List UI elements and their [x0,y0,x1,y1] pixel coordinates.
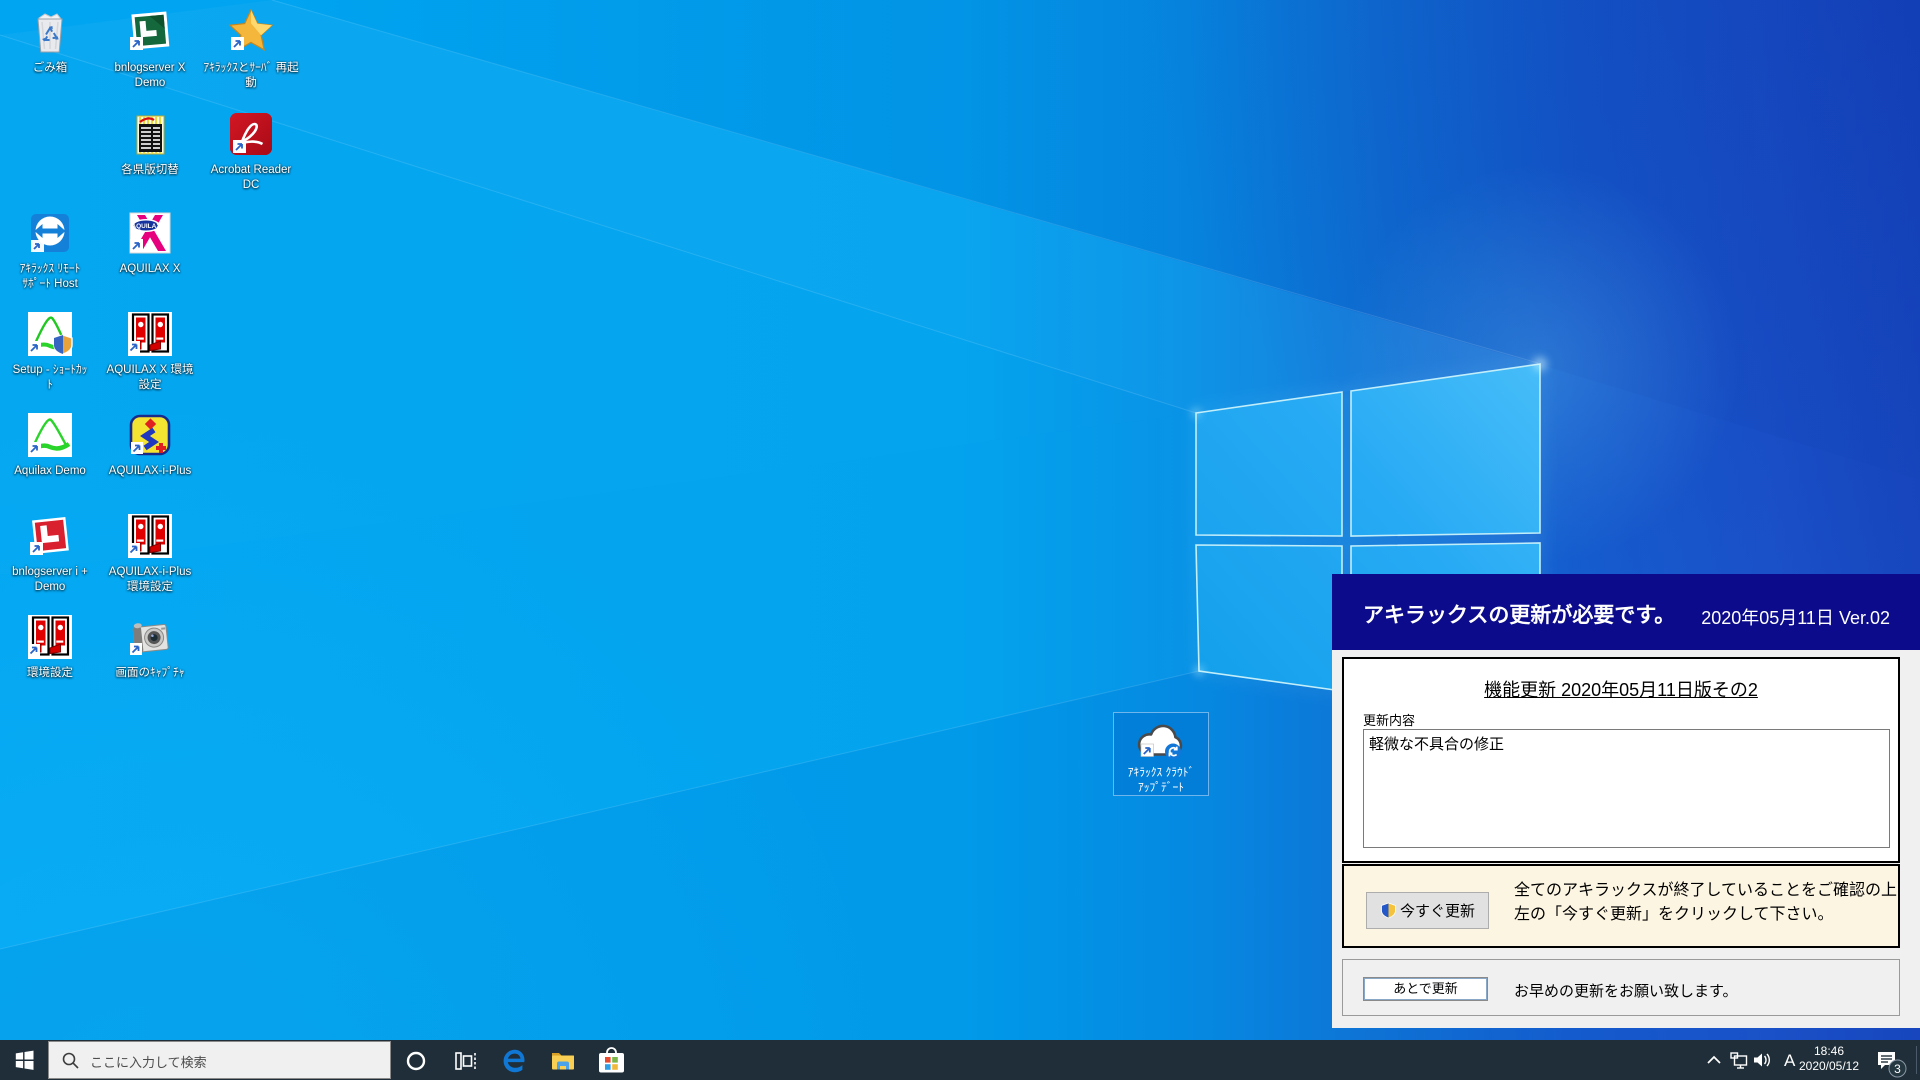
svg-text:AQUILAX: AQUILAX [131,223,161,230]
svg-text:3: 3 [1894,1062,1901,1076]
svg-text:A: A [1784,1051,1796,1070]
